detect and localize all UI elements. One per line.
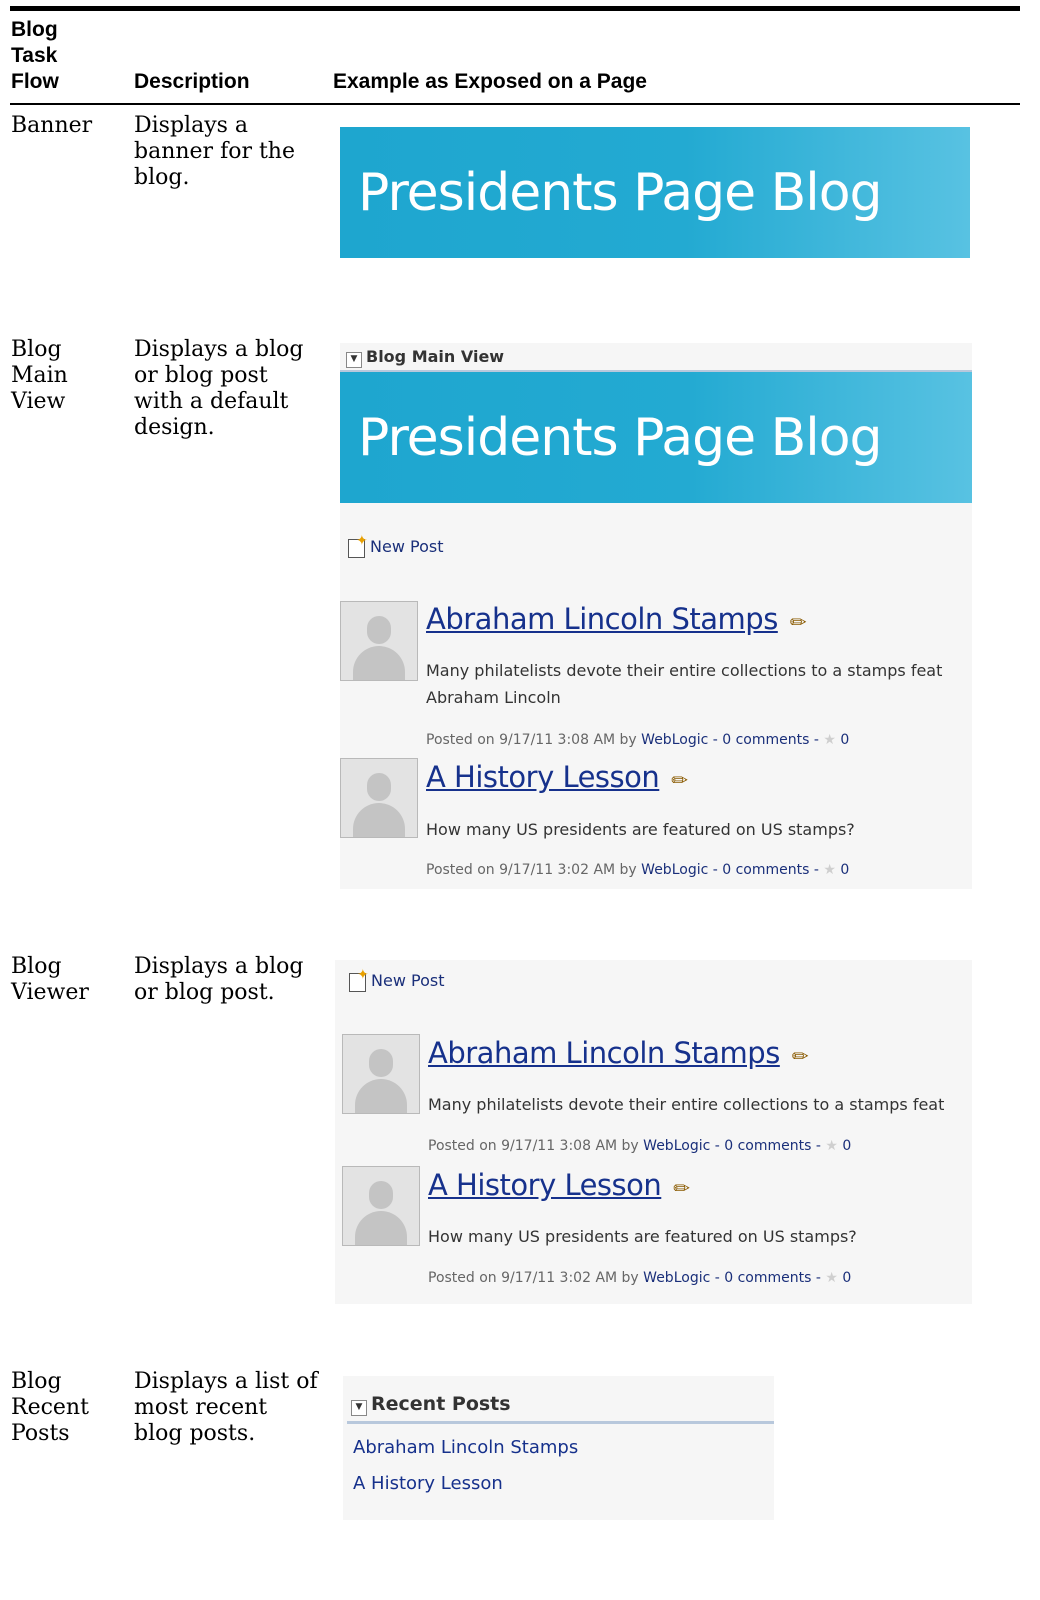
new-post-label: New Post [370,537,444,556]
row-name-banner: Banner [11,113,93,138]
new-post-link[interactable]: ✦ New Post [349,967,445,992]
row-desc-banner: Displays a banner for the blog. [134,113,295,190]
post-meta: Posted on 9/17/11 3:08 AM by WebLogic - … [428,1138,851,1154]
post-title: A History Lesson [426,760,660,794]
author-link[interactable]: WebLogic [641,862,708,878]
blog-banner: Presidents Page Blog [340,127,970,258]
table-top-rule [10,6,1020,11]
header-rule [10,103,1020,105]
pencil-icon[interactable]: ✏ [790,610,807,634]
recent-posts-title: Recent Posts [371,1393,511,1415]
recent-post-link[interactable]: A History Lesson [353,1473,503,1494]
post-body-line: How many US presidents are featured on U… [426,820,855,839]
rating-count: 0 [842,1270,852,1286]
post-title-link[interactable]: Abraham Lincoln Stamps ✏ [426,602,807,636]
row-name-recent-posts: Blog Recent Posts [11,1369,89,1446]
row-desc-blog-viewer: Displays a blog or blog post. [134,954,304,1005]
avatar [342,1166,420,1246]
post-body: Many philatelists devote their entire co… [426,657,942,711]
star-icon[interactable]: ★ [825,1138,838,1154]
post-body-line: Many philatelists devote their entire co… [428,1095,945,1114]
header-description: Description [134,70,250,93]
header-example: Example as Exposed on a Page [333,70,647,93]
post-meta: Posted on 9/17/11 3:02 AM by WebLogic - … [426,862,849,878]
banner-title: Presidents Page Blog [358,163,883,223]
posted-text: Posted on 9/17/11 3:08 AM by [428,1138,639,1154]
post-body-line: How many US presidents are featured on U… [428,1227,857,1246]
row-name-main-view: Blog Main View [11,337,68,414]
chevron-down-icon[interactable]: ▼ [346,352,362,368]
star-icon[interactable]: ★ [823,732,836,748]
avatar [340,601,418,681]
posted-text: Posted on 9/17/11 3:02 AM by [428,1270,639,1286]
post-title: Abraham Lincoln Stamps [428,1036,780,1070]
post-meta: Posted on 9/17/11 3:08 AM by WebLogic - … [426,732,849,748]
rating-count: 0 [840,862,850,878]
post-title: A History Lesson [428,1168,662,1202]
row-desc-main-view: Displays a blog or blog post with a defa… [134,337,304,440]
new-post-icon: ✦ [348,533,368,558]
panel-header: ▼ Blog Main View [346,347,504,368]
post-title-link[interactable]: A History Lesson ✏ [428,1168,690,1202]
header-blog-task-flow: Blog Task Flow [11,18,59,93]
author-link[interactable]: WebLogic [643,1138,710,1154]
chevron-down-icon[interactable]: ▼ [351,1400,367,1416]
row-name-blog-viewer: Blog Viewer [11,954,89,1005]
post-body: How many US presidents are featured on U… [426,816,855,843]
rating-count: 0 [842,1138,852,1154]
recent-posts-panel: ▼ Recent Posts Abraham Lincoln Stamps A H… [343,1376,774,1520]
posted-text: Posted on 9/17/11 3:02 AM by [426,862,637,878]
blog-viewer-panel: ✦ New Post Abraham Lincoln Stamps ✏ Many p… [335,960,972,1304]
comments-link[interactable]: - 0 comments - [713,862,819,878]
row-desc-recent-posts: Displays a list of most recent blog post… [134,1369,318,1446]
post-body: Many philatelists devote their entire co… [428,1091,944,1118]
pencil-icon[interactable]: ✏ [673,1176,690,1200]
post-meta: Posted on 9/17/11 3:02 AM by WebLogic - … [428,1270,851,1286]
new-post-link[interactable]: ✦ New Post [348,533,444,558]
post-body: How many US presidents are featured on U… [428,1223,857,1250]
post-title: Abraham Lincoln Stamps [426,602,778,636]
rating-count: 0 [840,732,850,748]
author-link[interactable]: WebLogic [641,732,708,748]
recent-posts-rule [347,1421,774,1424]
blog-main-view-panel: ▼ Blog Main View Presidents Page Blog ✦ Ne… [340,343,972,889]
author-link[interactable]: WebLogic [643,1270,710,1286]
comments-link[interactable]: - 0 comments - [715,1138,821,1154]
panel-title: Blog Main View [366,347,505,366]
new-post-icon: ✦ [349,967,369,992]
avatar [340,758,418,838]
pencil-icon[interactable]: ✏ [792,1044,809,1068]
post-body-line: Many philatelists devote their entire co… [426,661,943,680]
recent-post-link[interactable]: Abraham Lincoln Stamps [353,1437,578,1458]
star-icon[interactable]: ★ [823,862,836,878]
recent-posts-header: ▼ Recent Posts [351,1393,511,1416]
post-body-line: Abraham Lincoln [426,688,561,707]
avatar [342,1034,420,1114]
star-icon[interactable]: ★ [825,1270,838,1286]
blog-banner: Presidents Page Blog [340,372,972,503]
post-title-link[interactable]: Abraham Lincoln Stamps ✏ [428,1036,809,1070]
posted-text: Posted on 9/17/11 3:08 AM by [426,732,637,748]
comments-link[interactable]: - 0 comments - [715,1270,821,1286]
pencil-icon[interactable]: ✏ [671,768,688,792]
post-title-link[interactable]: A History Lesson ✏ [426,760,688,794]
new-post-label: New Post [371,971,445,990]
banner-title: Presidents Page Blog [358,408,883,468]
comments-link[interactable]: - 0 comments - [713,732,819,748]
